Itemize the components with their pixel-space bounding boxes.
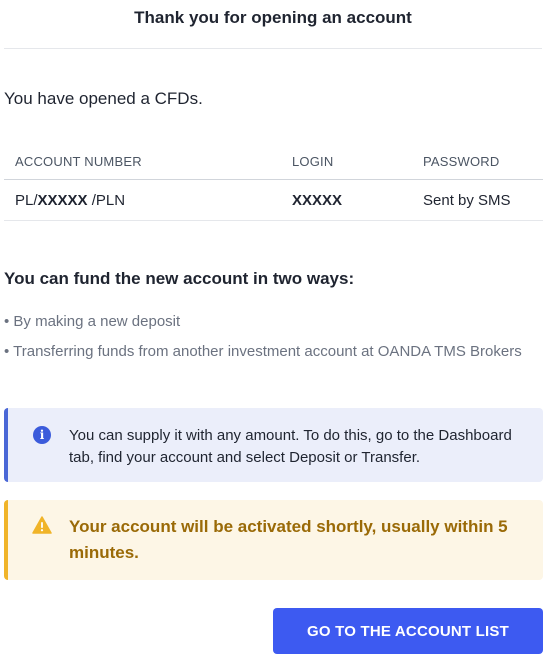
account-opened-message: You have opened a CFDs.: [4, 89, 203, 108]
password-value: Sent by SMS: [423, 191, 511, 209]
account-details-table: ACCOUNT NUMBER LOGIN PASSWORD PL/XXXXX /…: [4, 144, 543, 221]
warning-notice-text: Your account will be activated shortly, …: [69, 517, 508, 562]
column-header-password: PASSWORD: [423, 154, 500, 169]
account-number-masked: XXXXX: [37, 191, 88, 209]
login-value: XXXXX: [292, 191, 343, 209]
table-header-row: ACCOUNT NUMBER LOGIN PASSWORD: [4, 144, 543, 180]
account-opened-page: Thank you for opening an account You hav…: [0, 0, 550, 661]
account-number-value: PL/XXXXX /PLN: [15, 192, 125, 209]
page-title: Thank you for opening an account: [134, 8, 412, 27]
list-item: • By making a new deposit: [4, 313, 181, 330]
warning-notice: Your account will be activated shortly, …: [4, 500, 543, 580]
info-icon: i: [33, 426, 51, 444]
column-header-account-number: ACCOUNT NUMBER: [15, 154, 142, 169]
column-header-login: LOGIN: [292, 154, 334, 169]
account-number-prefix: PL/: [15, 191, 38, 209]
list-item: • Transferring funds from another invest…: [4, 343, 522, 360]
account-number-suffix: /PLN: [87, 191, 126, 209]
warning-icon: [32, 516, 52, 534]
funding-heading: You can fund the new account in two ways…: [4, 269, 355, 288]
dialog-header: Thank you for opening an account: [4, 0, 542, 49]
info-notice: i You can supply it with any amount. To …: [4, 408, 543, 482]
go-to-account-list-button[interactable]: GO TO THE ACCOUNT LIST: [273, 608, 543, 654]
info-notice-text: You can supply it with any amount. To do…: [69, 427, 512, 466]
table-row: PL/XXXXX /PLN XXXXX Sent by SMS: [4, 180, 543, 221]
